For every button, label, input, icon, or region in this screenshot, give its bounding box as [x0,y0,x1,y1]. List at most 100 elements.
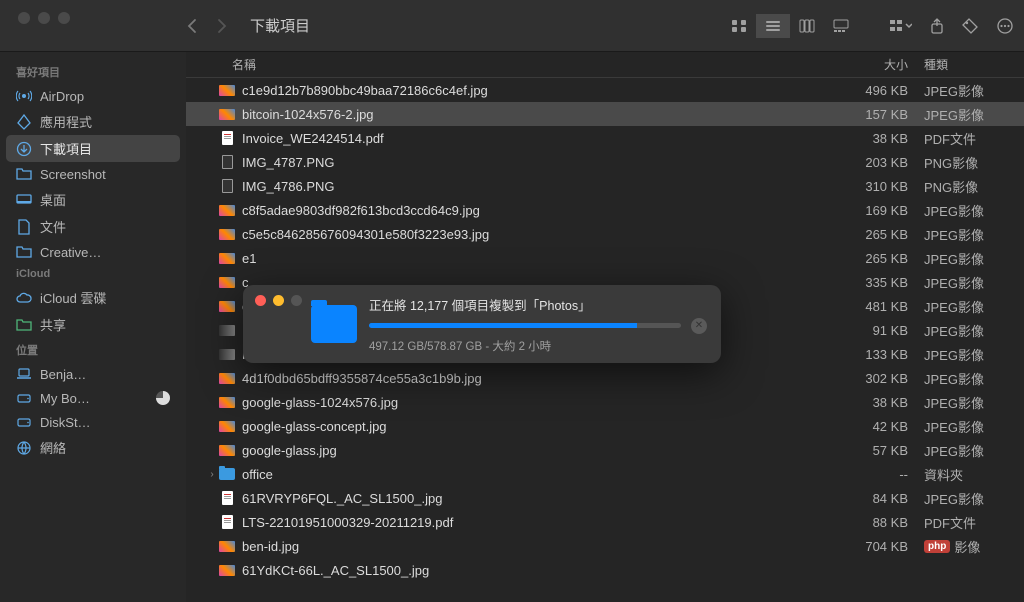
file-name: IMG_4786.PNG [242,179,820,194]
sidebar-item[interactable]: DiskSt… [6,410,180,434]
file-icon [218,371,236,385]
file-kind: JPEG影像 [920,489,1024,508]
column-view-button[interactable] [790,14,824,38]
sidebar-item[interactable]: iCloud 雲碟 [6,284,180,311]
airdrop-icon [16,88,32,104]
file-row[interactable]: Invoice_WE2424514.pdf38 KBPDF文件 [186,126,1024,150]
forward-button[interactable] [216,18,228,34]
sidebar-item[interactable]: 下載項目 [6,135,180,162]
gallery-view-button[interactable] [824,14,858,38]
file-row[interactable]: 61YdKCt-66L._AC_SL1500_.jpg [186,558,1024,582]
file-size: 265 KB [820,227,920,242]
progress-subtitle: 497.12 GB/578.87 GB - 大約 2 小時 [369,338,707,354]
sidebar-item-label: 共享 [40,315,66,334]
progress-minimize-button[interactable] [273,295,284,306]
file-kind: 資料夾 [920,465,1024,484]
file-icon [218,323,236,337]
file-name: e1 [242,251,820,266]
disk-icon [16,390,32,406]
column-header-size[interactable]: 大小 [820,56,920,73]
file-name: LTS-22101951000329-20211219.pdf [242,515,820,530]
file-kind: JPEG影像 [920,297,1024,316]
cancel-copy-button[interactable]: ✕ [691,318,707,334]
sidebar-item[interactable]: 網絡 [6,434,180,461]
file-name: office [242,467,820,482]
file-kind: JPEG影像 [920,417,1024,436]
file-name: 61RVRYP6FQL._AC_SL1500_.jpg [242,491,820,506]
back-button[interactable] [186,18,198,34]
file-size: 481 KB [820,299,920,314]
file-row[interactable]: LTS-22101951000329-20211219.pdf88 KBPDF文… [186,510,1024,534]
file-icon [218,179,236,193]
file-size: 169 KB [820,203,920,218]
share-button[interactable] [930,18,944,34]
file-icon [218,299,236,313]
file-row[interactable]: c1e9d12b7b890bbc49baa72186c6c4ef.jpg496 … [186,78,1024,102]
sidebar-item[interactable]: My Bo… [6,386,180,410]
more-button[interactable] [996,18,1014,34]
file-kind: JPEG影像 [920,81,1024,100]
file-icon [218,155,236,169]
group-by-button[interactable] [890,19,912,33]
file-row[interactable]: IMG_4786.PNG310 KBPNG影像 [186,174,1024,198]
sidebar-item[interactable]: 文件 [6,213,180,240]
file-row[interactable]: bitcoin-1024x576-2.jpg157 KBJPEG影像 [186,102,1024,126]
folder-icon [311,305,357,343]
sidebar-item[interactable]: Creative… [6,240,180,264]
copy-progress-window: 正在將 12,177 個項目複製到「Photos」 ✕ 497.12 GB/57… [243,285,721,363]
sidebar-item[interactable]: Screenshot [6,162,180,186]
file-name: c1e9d12b7b890bbc49baa72186c6c4ef.jpg [242,83,820,98]
file-row[interactable]: c5e5c846285676094301e580f3223e93.jpg265 … [186,222,1024,246]
minimize-window-button[interactable] [38,12,50,24]
column-header-kind[interactable]: 種類 [920,56,1024,73]
zoom-window-button[interactable] [58,12,70,24]
file-row[interactable]: ben-id.jpg704 KBphp影像 [186,534,1024,558]
progress-close-button[interactable] [255,295,266,306]
file-kind: JPEG影像 [920,345,1024,364]
file-name: 4d1f0dbd65bdff9355874ce55a3c1b9b.jpg [242,371,820,386]
file-size: 704 KB [820,539,920,554]
sidebar-item[interactable]: 共享 [6,311,180,338]
sidebar-item[interactable]: AirDrop [6,84,180,108]
close-window-button[interactable] [18,12,30,24]
file-kind: JPEG影像 [920,273,1024,292]
file-icon [218,227,236,241]
sidebar-item-label: DiskSt… [40,415,91,430]
file-row[interactable]: google-glass-concept.jpg42 KBJPEG影像 [186,414,1024,438]
file-kind: JPEG影像 [920,201,1024,220]
sidebar-item[interactable]: Benja… [6,362,180,386]
file-row[interactable]: ›office--資料夾 [186,462,1024,486]
progress-bar [369,323,681,328]
sidebar-item-label: 文件 [40,217,66,236]
tags-button[interactable] [962,18,978,34]
file-icon [218,563,236,577]
sidebar-item[interactable]: 桌面 [6,186,180,213]
network-icon [16,440,32,456]
file-name: c5e5c846285676094301e580f3223e93.jpg [242,227,820,242]
file-size: 42 KB [820,419,920,434]
file-row[interactable]: google-glass.jpg57 KBJPEG影像 [186,438,1024,462]
disclosure-triangle-icon[interactable]: › [206,469,218,480]
icon-view-button[interactable] [722,14,756,38]
column-header-name[interactable]: 名稱 [232,56,820,73]
file-icon [218,539,236,553]
file-row[interactable]: 4d1f0dbd65bdff9355874ce55a3c1b9b.jpg302 … [186,366,1024,390]
window-traffic-lights [18,12,70,24]
sidebar-heading: 位置 [6,338,180,362]
sidebar-item-label: Creative… [40,245,101,260]
file-row[interactable]: IMG_4787.PNG203 KBPNG影像 [186,150,1024,174]
file-kind: JPEG影像 [920,441,1024,460]
file-row[interactable]: 61RVRYP6FQL._AC_SL1500_.jpg84 KBJPEG影像 [186,486,1024,510]
window-title: 下載項目 [250,15,310,36]
file-row[interactable]: google-glass-1024x576.jpg38 KBJPEG影像 [186,390,1024,414]
file-icon [218,251,236,265]
file-icon [218,515,236,529]
file-row[interactable]: c8f5adae9803df982f613bcd3ccd64c9.jpg169 … [186,198,1024,222]
file-name: google-glass-concept.jpg [242,419,820,434]
sidebar-item[interactable]: 應用程式 [6,108,180,135]
file-icon [218,347,236,361]
list-view-button[interactable] [756,14,790,38]
sidebar-heading: iCloud [6,264,180,284]
downloads-icon [16,141,32,157]
file-row[interactable]: e1265 KBJPEG影像 [186,246,1024,270]
